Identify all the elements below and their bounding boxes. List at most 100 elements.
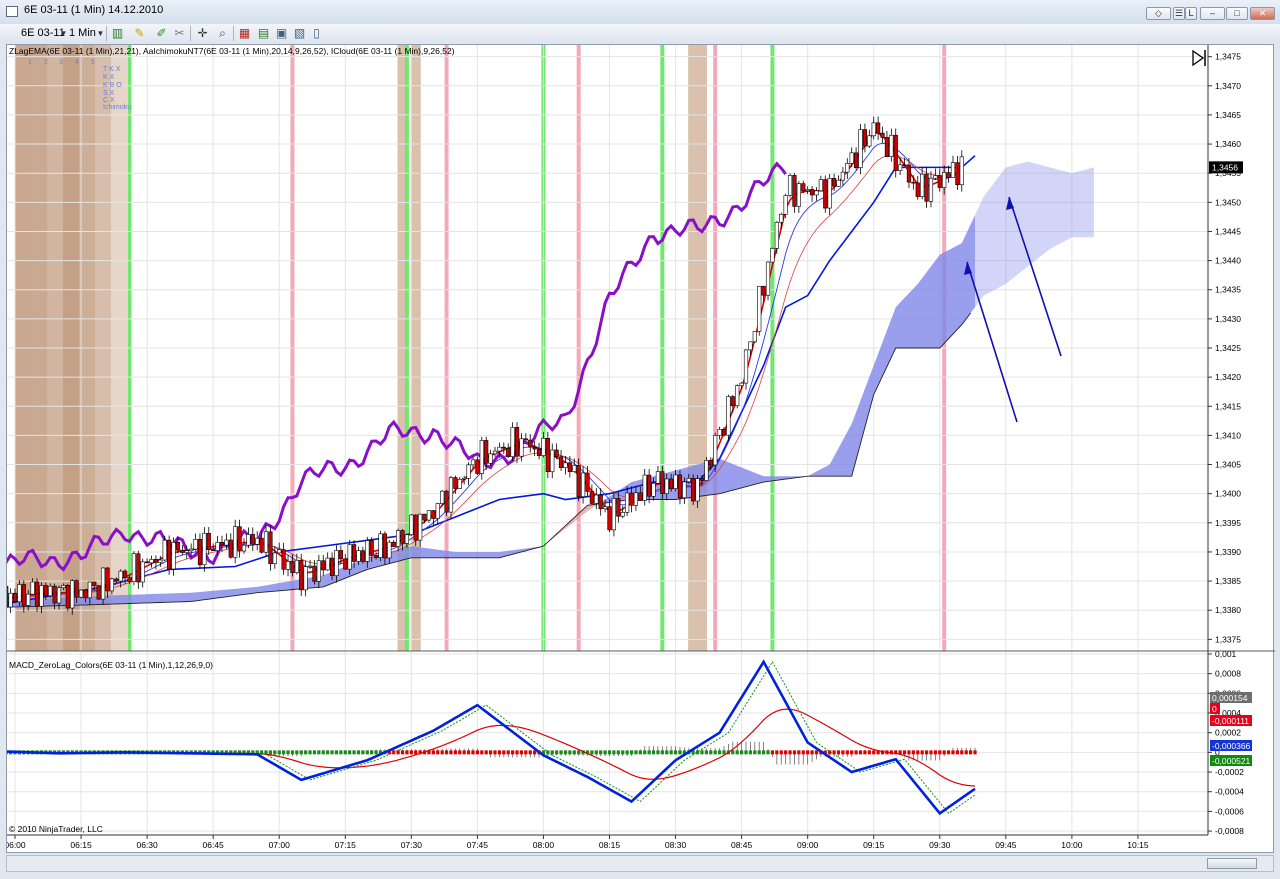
candle [950, 162, 956, 178]
candle [743, 349, 749, 384]
zero-line-dot [577, 750, 581, 755]
x-tick-label: 07:45 [467, 840, 489, 850]
legend-label: K X [103, 74, 115, 81]
chart-style-icon[interactable]: ▥ [110, 26, 125, 41]
zoom-icon[interactable]: ⌕ [215, 26, 230, 41]
candle [404, 534, 410, 544]
candle [576, 465, 581, 497]
y-tick-label: 1,3405 [1215, 460, 1241, 470]
candle [215, 542, 220, 551]
chart-area[interactable]: 1,34751,34701,34651,34601,34551,34501,34… [6, 44, 1275, 853]
zero-line-dot [273, 750, 277, 755]
candle [867, 135, 872, 147]
zero-line-dot [872, 750, 876, 755]
candle [616, 498, 621, 517]
link-instrument-button[interactable]: ◇ [1146, 7, 1171, 20]
zero-line-dot [933, 750, 937, 755]
chart-toolbar: 6E 03-11 ▼ 1 Min ▼ ▥ ✎ ✐ ✂ ✛ ⌕ ▦ ▤ ▣ ▧ ▯ [0, 24, 1280, 43]
zero-line-dot [797, 750, 801, 755]
candle [514, 427, 520, 457]
x-tick-label: 10:00 [1061, 840, 1083, 850]
zero-line-dot [348, 750, 352, 755]
maximize-button[interactable]: □ [1226, 7, 1248, 20]
indicator-caption: ZLagEMA(6E 03-11 (1 Min),21,21), AaIchim… [9, 46, 455, 56]
title-bar[interactable]: 6E 03-11 (1 Min) 14.12.2010 ◇ ☰ L – □ ✕ [0, 0, 1280, 24]
candle [580, 472, 586, 497]
zero-line-dot [744, 750, 748, 755]
indicators-icon[interactable]: ▦ [237, 26, 252, 41]
zero-line-dot [524, 750, 528, 755]
zero-line-dot [480, 750, 484, 755]
data-box-icon[interactable]: ▣ [274, 26, 289, 41]
candle [7, 585, 9, 608]
y-tick-label: 1,3465 [1215, 110, 1241, 120]
candle [382, 533, 388, 559]
candle [180, 549, 185, 553]
candle [814, 190, 819, 196]
zero-line-dot [414, 750, 418, 755]
candle [246, 534, 251, 546]
candle [898, 164, 903, 171]
candle [902, 164, 907, 167]
candle [682, 481, 687, 499]
zero-line-dot [801, 750, 805, 755]
candle [365, 540, 370, 562]
crosshair-icon[interactable]: ✛ [195, 26, 210, 41]
candle [338, 550, 343, 560]
zero-line-dot [268, 750, 273, 755]
scroll-thumb[interactable] [1207, 858, 1257, 869]
zero-line-dot [867, 750, 871, 755]
candle [871, 122, 876, 137]
candle [629, 492, 634, 506]
candle [127, 577, 132, 582]
candle [730, 396, 735, 407]
zero-line-dot [814, 750, 819, 755]
x-tick-label: 08:15 [599, 840, 621, 850]
zero-line-dot [665, 750, 669, 755]
properties-icon[interactable]: ▧ [292, 26, 307, 41]
candle [770, 248, 775, 263]
next-bar-icon[interactable] [1192, 49, 1206, 67]
draw-tool-icon[interactable]: ✐ [154, 26, 169, 41]
zero-line-dot [572, 750, 576, 755]
horizontal-scrollbar[interactable] [6, 855, 1274, 872]
candle [453, 477, 458, 489]
zero-line-dot [929, 750, 933, 755]
pencil-icon[interactable]: ✎ [132, 26, 147, 41]
remove-drawings-icon[interactable]: ✂ [172, 26, 187, 41]
macd-value-label: -0,000521 [1212, 756, 1251, 766]
candle [805, 189, 810, 192]
zero-line-dot [330, 750, 334, 755]
legend-label: K B O [103, 82, 122, 89]
candle [625, 492, 630, 513]
link-button[interactable]: L [1185, 7, 1197, 20]
candle [462, 478, 467, 480]
zero-line-dot [489, 750, 493, 755]
strategies-icon[interactable]: ▤ [256, 26, 271, 41]
candle [818, 179, 823, 192]
candle [660, 471, 665, 494]
zero-line-dot [449, 750, 453, 755]
candle [285, 561, 291, 570]
candle [34, 581, 40, 607]
candle [752, 331, 757, 343]
y-tick-label: -0,0008 [1215, 826, 1244, 836]
zero-line-dot [308, 750, 312, 755]
candle [735, 385, 740, 407]
zero-line-dot [621, 750, 625, 755]
y-tick-label: -0,0004 [1215, 787, 1244, 797]
zero-line-dot [550, 750, 554, 755]
x-tick-label: 09:15 [863, 840, 885, 850]
new-tab-icon[interactable]: ▯ [309, 26, 324, 41]
x-tick-label: 07:30 [401, 840, 423, 850]
menu-icon[interactable]: ☰ [1173, 7, 1185, 20]
candle [290, 561, 295, 573]
candle [589, 491, 594, 504]
minimize-button[interactable]: – [1200, 7, 1225, 20]
candle [541, 438, 546, 456]
y-tick-label: -0,0002 [1215, 767, 1244, 777]
candle [100, 567, 106, 600]
candle [937, 175, 942, 188]
close-button[interactable]: ✕ [1250, 7, 1275, 20]
interval-selector[interactable]: 1 Min [69, 27, 96, 39]
